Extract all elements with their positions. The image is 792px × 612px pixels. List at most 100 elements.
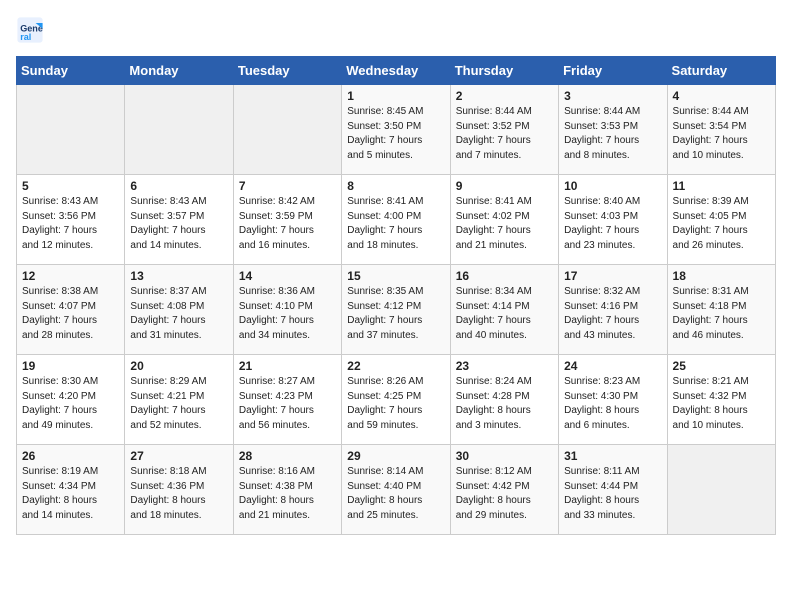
calendar-cell: 11Sunrise: 8:39 AM Sunset: 4:05 PM Dayli…	[667, 175, 775, 265]
calendar-cell	[667, 445, 775, 535]
calendar-cell: 27 Sunrise: 8:18 AM Sunset: 4:36 PM Dayli…	[125, 445, 233, 535]
day-number: 13	[130, 269, 227, 283]
calendar-cell: 6 Sunrise: 8:43 AM Sunset: 3:57 PM Daylig…	[125, 175, 233, 265]
day-number: 10	[564, 179, 661, 193]
calendar-cell: 10 Sunrise: 8:40 AM Sunset: 4:03 PM Dayli…	[559, 175, 667, 265]
day-number: 25	[673, 359, 770, 373]
logo: Gene ral	[16, 16, 48, 44]
day-number: 29	[347, 449, 444, 463]
page-header: Gene ral	[16, 16, 776, 44]
day-number: 26	[22, 449, 119, 463]
day-info: Sunrise: 8:27 AM Sunset: 4:23 PM Dayligh…	[239, 375, 336, 433]
calendar-cell: 9 Sunrise: 8:41 AM Sunset: 4:02 PM Daylig…	[450, 175, 558, 265]
day-info: Sunrise: 8:26 AM Sunset: 4:25 PM Dayligh…	[347, 375, 444, 433]
day-number: 5	[22, 179, 119, 193]
calendar-cell: 19 Sunrise: 8:30 AM Sunset: 4:20 PM Dayli…	[17, 355, 125, 445]
day-number: 14	[239, 269, 336, 283]
day-number: 4	[673, 89, 770, 103]
calendar-cell: 21 Sunrise: 8:27 AM Sunset: 4:23 PM Dayli…	[233, 355, 341, 445]
day-info: Sunrise: 8:45 AM Sunset: 3:50 PM Dayligh…	[347, 105, 444, 163]
day-info: Sunrise: 8:43 AM Sunset: 3:56 PM Dayligh…	[22, 195, 119, 253]
day-info: Sunrise: 8:21 AM Sunset: 4:32 PM Dayligh…	[673, 375, 770, 433]
calendar-cell: 24Sunrise: 8:23 AM Sunset: 4:30 PM Dayli…	[559, 355, 667, 445]
calendar-cell: 1 Sunrise: 8:45 AM Sunset: 3:50 PM Daylig…	[342, 85, 450, 175]
day-info: Sunrise: 8:42 AM Sunset: 3:59 PM Dayligh…	[239, 195, 336, 253]
calendar-cell: 28 Sunrise: 8:16 AM Sunset: 4:38 PM Dayli…	[233, 445, 341, 535]
calendar-cell: 18 Sunrise: 8:31 AM Sunset: 4:18 PM Dayli…	[667, 265, 775, 355]
day-number: 7	[239, 179, 336, 193]
calendar-cell: 4 Sunrise: 8:44 AM Sunset: 3:54 PM Daylig…	[667, 85, 775, 175]
day-info: Sunrise: 8:35 AM Sunset: 4:12 PM Dayligh…	[347, 285, 444, 343]
weekday-header-wednesday: Wednesday	[342, 57, 450, 85]
day-number: 31	[564, 449, 661, 463]
weekday-header-monday: Monday	[125, 57, 233, 85]
weekday-header-friday: Friday	[559, 57, 667, 85]
calendar-cell	[233, 85, 341, 175]
day-info: Sunrise: 8:16 AM Sunset: 4:38 PM Dayligh…	[239, 465, 336, 523]
calendar-cell: 17 Sunrise: 8:32 AM Sunset: 4:16 PM Dayli…	[559, 265, 667, 355]
day-number: 28	[239, 449, 336, 463]
calendar-cell: 22 Sunrise: 8:26 AM Sunset: 4:25 PM Dayli…	[342, 355, 450, 445]
day-info: Sunrise: 8:14 AM Sunset: 4:40 PM Dayligh…	[347, 465, 444, 523]
calendar-cell: 30 Sunrise: 8:12 AM Sunset: 4:42 PM Dayli…	[450, 445, 558, 535]
day-info: Sunrise: 8:30 AM Sunset: 4:20 PM Dayligh…	[22, 375, 119, 433]
day-number: 1	[347, 89, 444, 103]
day-info: Sunrise: 8:44 AM Sunset: 3:54 PM Dayligh…	[673, 105, 770, 163]
calendar-cell: 25 Sunrise: 8:21 AM Sunset: 4:32 PM Dayli…	[667, 355, 775, 445]
calendar-cell: 5 Sunrise: 8:43 AM Sunset: 3:56 PM Daylig…	[17, 175, 125, 265]
day-info: Sunrise: 8:41 AM Sunset: 4:00 PM Dayligh…	[347, 195, 444, 253]
calendar-cell: 31 Sunrise: 8:11 AM Sunset: 4:44 PM Dayli…	[559, 445, 667, 535]
day-number: 20	[130, 359, 227, 373]
day-info: Sunrise: 8:44 AM Sunset: 3:52 PM Dayligh…	[456, 105, 553, 163]
day-info: Sunrise: 8:32 AM Sunset: 4:16 PM Dayligh…	[564, 285, 661, 343]
day-number: 18	[673, 269, 770, 283]
day-info: Sunrise: 8:43 AM Sunset: 3:57 PM Dayligh…	[130, 195, 227, 253]
calendar-cell: 7 Sunrise: 8:42 AM Sunset: 3:59 PM Daylig…	[233, 175, 341, 265]
calendar-table: SundayMondayTuesdayWednesdayThursdayFrid…	[16, 56, 776, 535]
day-info: Sunrise: 8:31 AM Sunset: 4:18 PM Dayligh…	[673, 285, 770, 343]
day-number: 21	[239, 359, 336, 373]
day-number: 30	[456, 449, 553, 463]
day-info: Sunrise: 8:12 AM Sunset: 4:42 PM Dayligh…	[456, 465, 553, 523]
logo-icon: Gene ral	[16, 16, 44, 44]
calendar-cell: 16 Sunrise: 8:34 AM Sunset: 4:14 PM Dayli…	[450, 265, 558, 355]
day-number: 17	[564, 269, 661, 283]
day-number: 11	[673, 179, 770, 193]
weekday-header-sunday: Sunday	[17, 57, 125, 85]
day-number: 9	[456, 179, 553, 193]
calendar-cell: 15Sunrise: 8:35 AM Sunset: 4:12 PM Dayli…	[342, 265, 450, 355]
day-info: Sunrise: 8:44 AM Sunset: 3:53 PM Dayligh…	[564, 105, 661, 163]
calendar-cell: 3 Sunrise: 8:44 AM Sunset: 3:53 PM Daylig…	[559, 85, 667, 175]
day-info: Sunrise: 8:36 AM Sunset: 4:10 PM Dayligh…	[239, 285, 336, 343]
day-number: 24	[564, 359, 661, 373]
day-number: 23	[456, 359, 553, 373]
calendar-cell: 12Sunrise: 8:38 AM Sunset: 4:07 PM Dayli…	[17, 265, 125, 355]
day-number: 16	[456, 269, 553, 283]
calendar-cell: 20 Sunrise: 8:29 AM Sunset: 4:21 PM Dayli…	[125, 355, 233, 445]
day-info: Sunrise: 8:11 AM Sunset: 4:44 PM Dayligh…	[564, 465, 661, 523]
calendar-cell: 23Sunrise: 8:24 AM Sunset: 4:28 PM Dayli…	[450, 355, 558, 445]
calendar-cell: 26 Sunrise: 8:19 AM Sunset: 4:34 PM Dayli…	[17, 445, 125, 535]
calendar-cell: 2 Sunrise: 8:44 AM Sunset: 3:52 PM Daylig…	[450, 85, 558, 175]
day-info: Sunrise: 8:40 AM Sunset: 4:03 PM Dayligh…	[564, 195, 661, 253]
day-info: Sunrise: 8:41 AM Sunset: 4:02 PM Dayligh…	[456, 195, 553, 253]
day-info: Sunrise: 8:19 AM Sunset: 4:34 PM Dayligh…	[22, 465, 119, 523]
day-number: 22	[347, 359, 444, 373]
calendar-cell: 8 Sunrise: 8:41 AM Sunset: 4:00 PM Daylig…	[342, 175, 450, 265]
day-info: Sunrise: 8:38 AM Sunset: 4:07 PM Dayligh…	[22, 285, 119, 343]
day-number: 2	[456, 89, 553, 103]
weekday-header-thursday: Thursday	[450, 57, 558, 85]
weekday-header-tuesday: Tuesday	[233, 57, 341, 85]
day-number: 27	[130, 449, 227, 463]
day-number: 8	[347, 179, 444, 193]
calendar-cell	[17, 85, 125, 175]
day-info: Sunrise: 8:29 AM Sunset: 4:21 PM Dayligh…	[130, 375, 227, 433]
day-info: Sunrise: 8:18 AM Sunset: 4:36 PM Dayligh…	[130, 465, 227, 523]
day-number: 6	[130, 179, 227, 193]
day-number: 3	[564, 89, 661, 103]
calendar-cell: 14 Sunrise: 8:36 AM Sunset: 4:10 PM Dayli…	[233, 265, 341, 355]
day-info: Sunrise: 8:34 AM Sunset: 4:14 PM Dayligh…	[456, 285, 553, 343]
day-info: Sunrise: 8:37 AM Sunset: 4:08 PM Dayligh…	[130, 285, 227, 343]
day-number: 19	[22, 359, 119, 373]
svg-text:ral: ral	[20, 32, 31, 42]
